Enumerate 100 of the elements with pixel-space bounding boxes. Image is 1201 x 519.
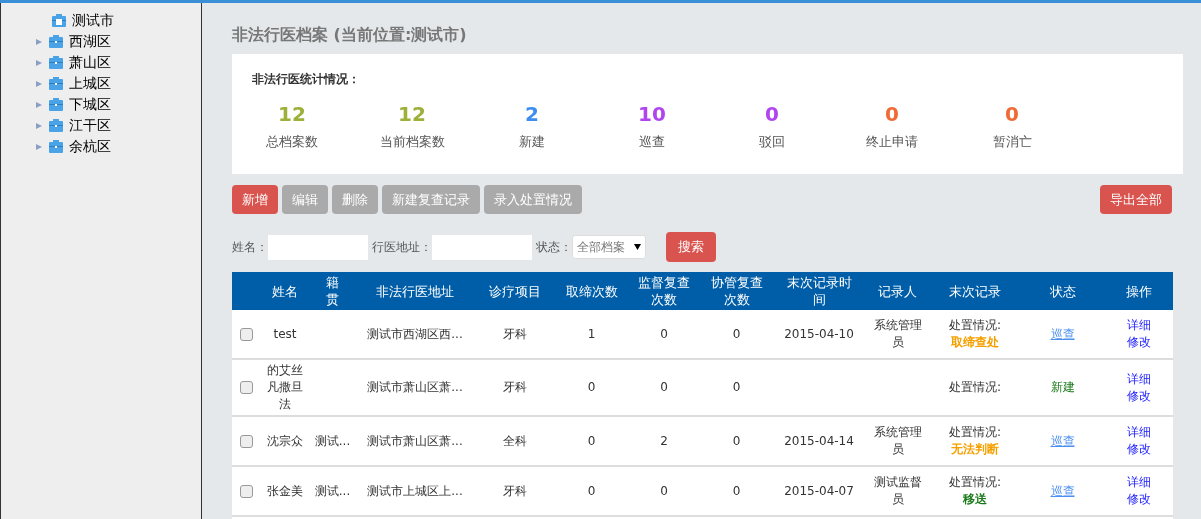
table-cell: 处置情况: [948, 379, 1001, 396]
table-cell: 0 [660, 325, 668, 343]
folder-icon [52, 14, 66, 27]
expand-arrow-icon[interactable] [35, 79, 43, 88]
table-cell: 处置情况: [948, 317, 1001, 334]
action-link[interactable]: 详细 [1127, 424, 1151, 441]
table-cell: 测试市上城区上... [367, 482, 463, 500]
status-text: 新建 [1050, 379, 1075, 396]
caret-icon [634, 244, 641, 250]
folder-icon [49, 119, 63, 132]
table-cell: 0 [660, 379, 668, 396]
row-checkbox[interactable] [239, 434, 253, 448]
stat-label: 暂消亡 [992, 133, 1032, 151]
folder-icon [49, 77, 63, 90]
column-header: 末次记录 [948, 282, 1002, 300]
table-cell: 2015-04-14 [784, 432, 854, 450]
column-header: 末次记录时间 [785, 274, 853, 308]
stat-label: 新建 [519, 133, 545, 151]
table-cell: 系统管理员 [873, 424, 922, 458]
table-cell: 0 [587, 432, 596, 450]
table-cell: 的艾丝凡撒旦法 [266, 362, 304, 413]
column-header: 非法行医地址 [375, 282, 455, 300]
table-cell: 牙科 [503, 325, 527, 343]
table-cell: 无法判断 [951, 441, 999, 458]
table-cell: 测试... [314, 482, 351, 500]
stat-value: 2 [525, 102, 539, 126]
action-link[interactable]: 修改 [1127, 387, 1151, 405]
page-title: 非法行医档案 (当前位置:测试市) [232, 24, 468, 46]
column-header: 取缔次数 [564, 282, 619, 300]
stat-label: 驳回 [759, 133, 785, 151]
table-cell: 系统管理员 [873, 317, 922, 351]
action-link[interactable]: 详细 [1127, 317, 1151, 334]
address-field[interactable] [432, 234, 532, 260]
row-checkbox[interactable] [239, 484, 253, 498]
table-cell: 0 [587, 379, 596, 396]
table-cell: 牙科 [503, 379, 527, 396]
tree-item[interactable]: 江干区 [69, 115, 111, 136]
folder-icon [49, 35, 63, 48]
table-cell: 测试市西湖区西... [367, 325, 463, 343]
expand-arrow-icon[interactable] [35, 37, 43, 46]
column-header: 协管复查次数 [709, 274, 764, 308]
table-cell: 测试市萧山区萧... [367, 432, 463, 450]
expand-arrow-icon[interactable] [35, 58, 43, 67]
stat-value: 12 [398, 102, 426, 126]
table-cell: 0 [732, 482, 741, 500]
table-cell: 2015-04-10 [784, 325, 854, 343]
table-cell: 0 [732, 432, 741, 450]
table-cell: 全科 [503, 432, 527, 450]
table-cell: 0 [660, 482, 668, 500]
row-checkbox[interactable] [239, 327, 253, 341]
expand-arrow-icon[interactable] [35, 142, 43, 151]
tree-item[interactable]: 上城区 [69, 73, 111, 94]
stat-label: 巡查 [639, 133, 665, 151]
stat-value: 12 [278, 102, 306, 126]
folder-icon [49, 56, 63, 69]
tree-item[interactable]: 余杭区 [69, 136, 111, 157]
field-label: 行医地址： [372, 239, 432, 256]
stat-label: 当前档案数 [379, 133, 445, 151]
name-field[interactable] [268, 234, 368, 260]
table-cell: 张金美 [267, 482, 303, 500]
table-cell: 0 [732, 379, 741, 396]
stat-value: 10 [638, 102, 666, 126]
table-cell: 测试市萧山区萧... [367, 379, 463, 396]
table-cell: 2015-04-07 [784, 482, 854, 500]
folder-icon [49, 140, 63, 153]
stat-value: 0 [885, 102, 899, 126]
status-dropdown[interactable]: 全部档案 [572, 235, 646, 259]
table-cell: 沈宗众 [267, 432, 303, 450]
stat-label: 总档案数 [266, 133, 318, 151]
search-button[interactable]: 搜索 [666, 232, 716, 262]
toolbar-button[interactable]: 新增 [232, 185, 278, 214]
expand-arrow-icon[interactable] [35, 121, 43, 130]
table-cell: 1 [587, 325, 596, 343]
expand-arrow-icon[interactable] [35, 100, 43, 109]
action-link[interactable]: 修改 [1127, 334, 1151, 351]
action-link[interactable]: 修改 [1127, 491, 1151, 508]
column-header: 诊疗项目 [488, 282, 542, 300]
stat-value: 0 [765, 102, 779, 126]
table-cell: 处置情况: [948, 474, 1001, 491]
column-header: 籍贯 [325, 274, 340, 308]
table-cell: 处置情况: [948, 424, 1001, 441]
tree-item[interactable]: 下城区 [69, 94, 111, 115]
action-link[interactable]: 修改 [1127, 441, 1151, 458]
export-button[interactable]: 导出全部 [1100, 185, 1172, 214]
column-header: 状态 [1048, 282, 1077, 300]
table-cell: 测试... [314, 432, 351, 450]
tree-item[interactable]: 西湖区 [69, 31, 111, 52]
tree-item[interactable]: 萧山区 [69, 52, 111, 73]
column-header: 姓名 [271, 282, 299, 300]
column-header: 操作 [1125, 282, 1153, 300]
column-header: 监督复查次数 [637, 274, 691, 308]
tree-item[interactable]: 测试市 [72, 10, 114, 31]
row-checkbox[interactable] [239, 381, 253, 394]
stat-label: 终止申请 [866, 133, 918, 151]
field-label: 状态： [536, 239, 572, 256]
table-cell: 牙科 [503, 482, 527, 500]
action-link[interactable]: 详细 [1127, 474, 1151, 491]
folder-icon [49, 98, 63, 111]
action-link[interactable]: 详细 [1127, 370, 1151, 388]
table-cell: 测试监督员 [873, 474, 922, 508]
